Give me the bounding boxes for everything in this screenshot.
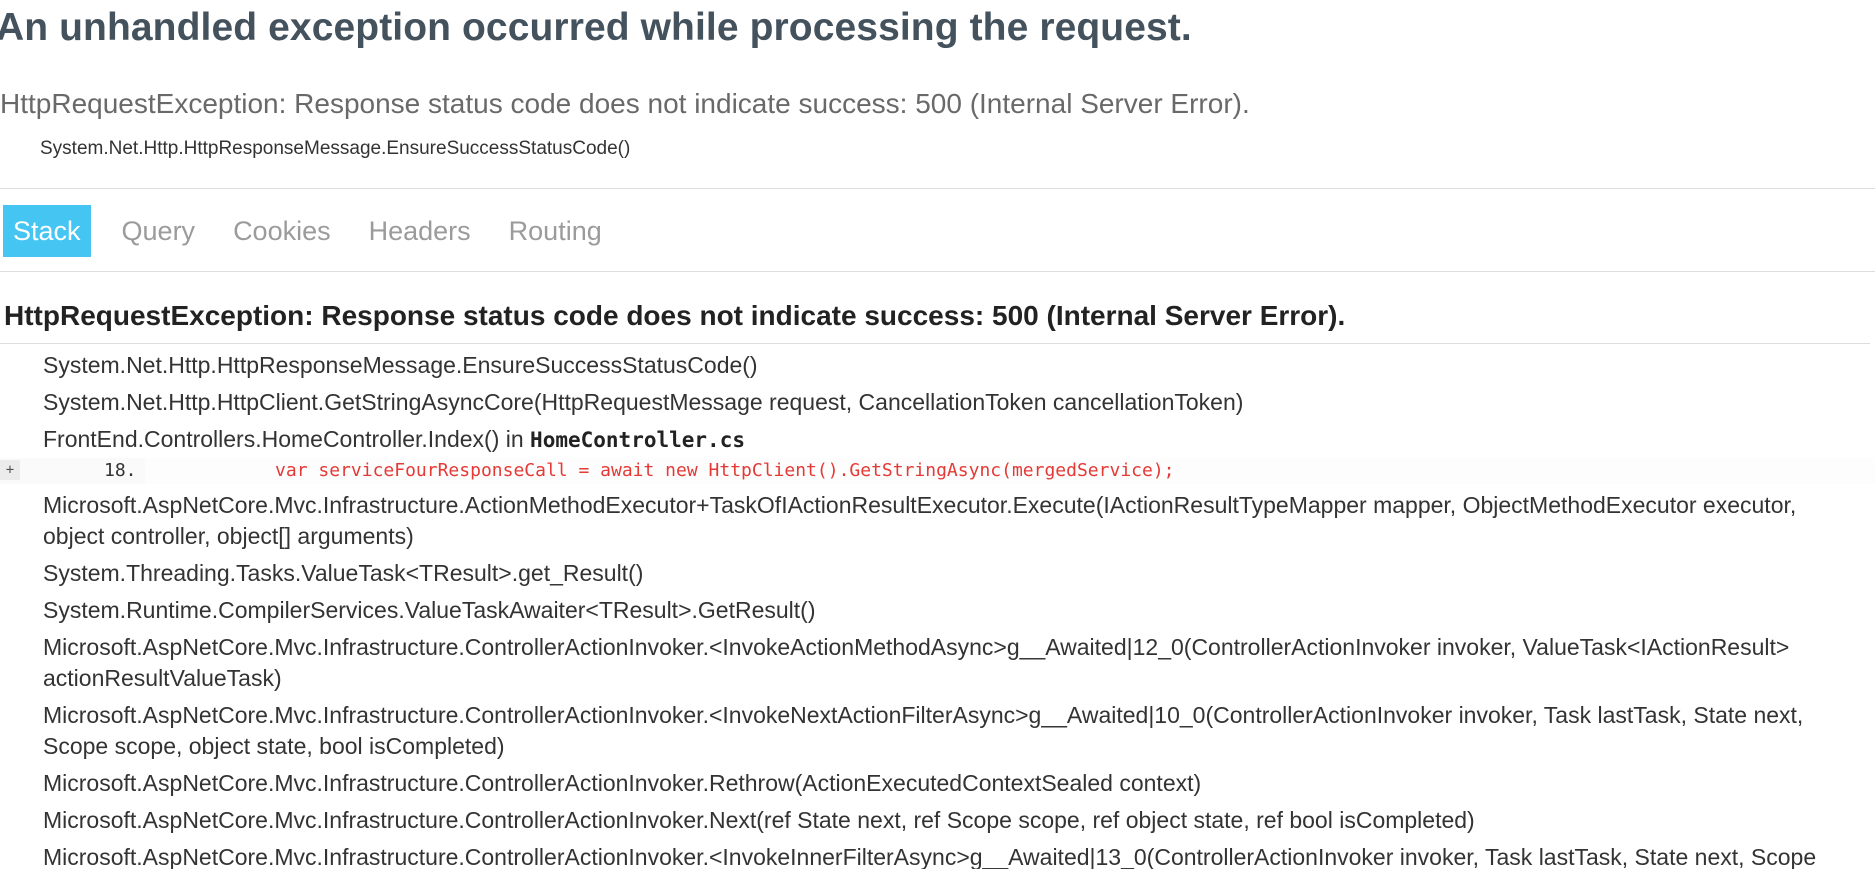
source-file-name: HomeController.cs: [530, 428, 745, 452]
page-title: An unhandled exception occurred while pr…: [0, 6, 1192, 49]
tab-bar: Stack Query Cookies Headers Routing: [3, 205, 621, 257]
stack-frame: Microsoft.AspNetCore.Mvc.Infrastructure.…: [43, 634, 1790, 691]
stack-frame: Microsoft.AspNetCore.Mvc.Infrastructure.…: [43, 702, 1804, 759]
stack-frame: System.Net.Http.HttpClient.GetStringAsyn…: [43, 389, 1244, 415]
stack-heading: HttpRequestException: Response status co…: [4, 300, 1346, 331]
stack-frame: System.Threading.Tasks.ValueTask<TResult…: [43, 560, 644, 586]
stack-frame-method: FrontEnd.Controllers.HomeController.Inde…: [43, 426, 531, 452]
stack-frame: System.Net.Http.HttpResponseMessage.Ensu…: [43, 352, 758, 378]
stack-frame: Microsoft.AspNetCore.Mvc.Infrastructure.…: [43, 492, 1797, 549]
expand-source-button[interactable]: +: [0, 460, 20, 480]
exception-location: System.Net.Http.HttpResponseMessage.Ensu…: [40, 138, 631, 159]
stack-frame-list: System.Net.Http.HttpResponseMessage.Ensu…: [0, 350, 1875, 869]
stack-frame: System.Runtime.CompilerServices.ValueTas…: [43, 597, 816, 623]
tab-cookies[interactable]: Cookies: [214, 205, 350, 257]
stack-frame: Microsoft.AspNetCore.Mvc.Infrastructure.…: [43, 844, 1817, 869]
source-code-row: + 18. var serviceFourResponseCall = awai…: [0, 458, 1875, 484]
tab-headers[interactable]: Headers: [350, 205, 490, 257]
tab-stack[interactable]: Stack: [3, 205, 91, 257]
source-code-line: var serviceFourResponseCall = await new …: [145, 458, 1875, 484]
exception-summary: HttpRequestException: Response status co…: [0, 88, 1250, 119]
header-divider: [0, 188, 1875, 189]
stack-frame: Microsoft.AspNetCore.Mvc.Infrastructure.…: [43, 807, 1475, 833]
stack-frame-with-source: FrontEnd.Controllers.HomeController.Inde…: [0, 424, 1843, 456]
tabs-divider: [0, 271, 1875, 272]
stack-frame: Microsoft.AspNetCore.Mvc.Infrastructure.…: [43, 770, 1202, 796]
source-line-number: 18.: [104, 460, 137, 481]
stack-heading-divider: [0, 343, 1870, 344]
tab-query[interactable]: Query: [103, 205, 215, 257]
tab-routing[interactable]: Routing: [490, 205, 621, 257]
